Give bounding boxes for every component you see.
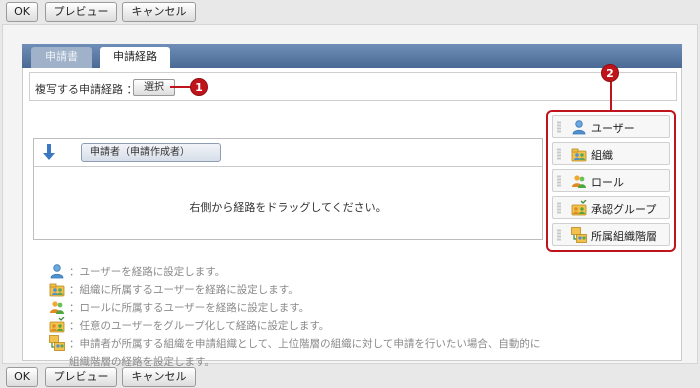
callout-2-line [610, 80, 612, 110]
user-icon [49, 263, 65, 279]
callout-1-line [170, 86, 192, 88]
legend-text: ：組織に所属するユーザーを経路に設定します。 [69, 284, 299, 296]
palette-item-label: 組織 [591, 149, 613, 162]
approval-group-icon [49, 317, 65, 333]
palette-item-label: ロール [591, 176, 624, 189]
route-header: 申請者（申請作成者） [34, 139, 542, 167]
cancel-button[interactable]: キャンセル [122, 367, 196, 387]
palette-item-role[interactable]: ロール [552, 169, 670, 192]
route-element-palette: ユーザー 組織 ロール 承認グループ 所属組織階層 [546, 110, 676, 252]
role-icon [49, 299, 65, 315]
bottom-toolbar: OK プレビュー キャンセル [0, 367, 700, 388]
organization-icon [49, 281, 65, 297]
palette-item-label: ユーザー [591, 122, 635, 135]
ok-button[interactable]: OK [6, 367, 38, 387]
palette-item-organization[interactable]: 組織 [552, 142, 670, 165]
palette-item-approval-group[interactable]: 承認グループ [552, 196, 670, 219]
drag-handle-icon[interactable] [557, 148, 561, 160]
drag-handle-icon[interactable] [557, 229, 561, 241]
callout-badge-2: 2 [601, 64, 619, 82]
drag-hint-text: 右側から経路をドラッグしてください。 [189, 201, 387, 214]
legend-text: ：ユーザーを経路に設定します。 [69, 266, 226, 278]
drag-handle-icon[interactable] [557, 202, 561, 214]
preview-button[interactable]: プレビュー [45, 367, 117, 387]
drag-handle-icon[interactable] [557, 121, 561, 133]
tab-application-form[interactable]: 申請書 [31, 47, 92, 68]
top-toolbar: OK プレビュー キャンセル [0, 2, 700, 24]
callout-badge-1: 1 [190, 78, 208, 96]
palette-item-user[interactable]: ユーザー [552, 115, 670, 138]
select-button[interactable]: 選択 [133, 79, 175, 96]
tab-application-route[interactable]: 申請経路 [100, 47, 170, 68]
palette-item-label: 承認グループ [591, 203, 657, 216]
copy-route-box: 複写する申請経路 ： 選択 [29, 72, 677, 101]
cancel-button[interactable]: キャンセル [122, 2, 196, 22]
ok-button[interactable]: OK [6, 2, 38, 22]
route-drop-area[interactable]: 申請者（申請作成者） 右側から経路をドラッグしてください。 [33, 138, 543, 240]
applicant-node: 申請者（申請作成者） [81, 143, 221, 162]
legend-text: ：任意のユーザーをグループ化して経路に設定します。 [69, 320, 330, 332]
org-hierarchy-icon [49, 335, 65, 351]
tab-bar: 申請書 申請経路 [22, 44, 682, 68]
organization-icon [571, 146, 587, 162]
palette-item-org-hierarchy[interactable]: 所属組織階層 [552, 223, 670, 246]
legend-text: ：申請者が所属する組織を申請組織として、上位階層の組織に対して申請を行いたい場合… [69, 338, 541, 350]
preview-button[interactable]: プレビュー [45, 2, 117, 22]
approval-group-icon [571, 200, 587, 216]
drag-handle-icon[interactable] [557, 175, 561, 187]
user-icon [571, 119, 587, 135]
legend-text: ：ロールに所属するユーザーを経路に設定します。 [69, 302, 310, 314]
org-hierarchy-icon [571, 227, 587, 243]
copy-route-label: 複写する申請経路 ： [35, 83, 138, 96]
palette-item-label: 所属組織階層 [591, 230, 657, 243]
role-icon [571, 173, 587, 189]
arrow-down-icon [43, 144, 55, 160]
